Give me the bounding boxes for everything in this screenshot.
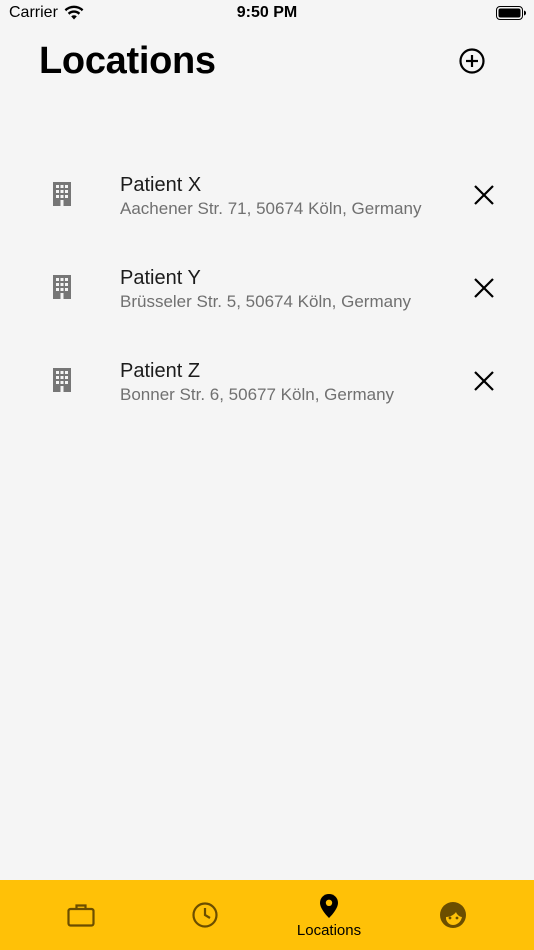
tab-bar: Locations [0, 880, 534, 950]
location-name: Patient X [120, 174, 202, 196]
remove-location-button[interactable] [472, 369, 496, 393]
tab-profile[interactable] [391, 880, 515, 950]
building-icon [53, 368, 71, 392]
building-icon [53, 182, 71, 206]
location-address: Bonner Str. 6, 50677 Köln, Germany [120, 385, 395, 404]
location-pin-icon [320, 894, 338, 918]
remove-location-button[interactable] [472, 276, 496, 300]
list-item[interactable]: Patient X Aachener Str. 71, 50674 Köln, … [0, 164, 534, 257]
remove-location-button[interactable] [472, 183, 496, 207]
tab-label: Locations [296, 922, 362, 939]
clock-icon [192, 902, 218, 928]
battery-icon [496, 6, 526, 20]
list-item[interactable]: Patient Z Bonner Str. 6, 50677 Köln, Ger… [0, 350, 534, 443]
tab-history[interactable] [143, 880, 267, 950]
page-title: Locations [39, 40, 216, 82]
briefcase-icon [67, 904, 95, 927]
location-address: Brüsseler Str. 5, 50674 Köln, Germany [120, 292, 412, 311]
status-bar: Carrier 9:50 PM [0, 0, 534, 28]
face-icon [440, 902, 466, 928]
location-address: Aachener Str. 71, 50674 Köln, Germany [120, 199, 422, 218]
location-list: Patient X Aachener Str. 71, 50674 Köln, … [0, 164, 534, 443]
building-icon [53, 275, 71, 299]
location-name: Patient Y [120, 267, 201, 289]
tab-locations[interactable]: Locations [267, 880, 391, 950]
status-time: 9:50 PM [236, 4, 298, 21]
add-location-button[interactable] [457, 46, 487, 76]
tab-jobs[interactable] [19, 880, 143, 950]
location-name: Patient Z [120, 360, 201, 382]
list-item[interactable]: Patient Y Brüsseler Str. 5, 50674 Köln, … [0, 257, 534, 350]
